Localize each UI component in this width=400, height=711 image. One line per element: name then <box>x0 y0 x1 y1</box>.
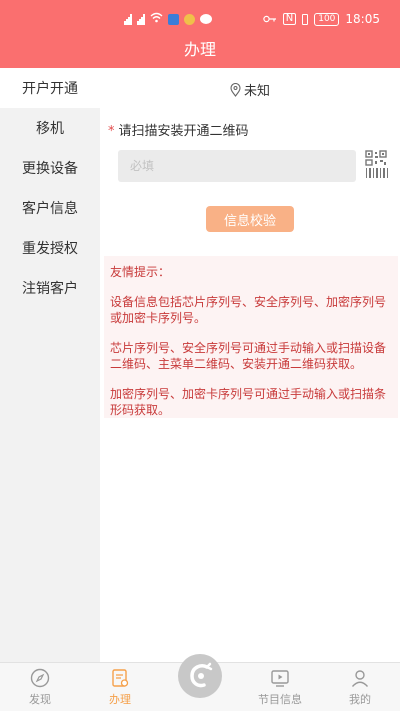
sidebar-item-resend-auth[interactable]: 重发授权 <box>0 228 100 268</box>
app-notification-icon <box>184 13 195 25</box>
verify-info-button[interactable]: 信息校验 <box>206 206 294 232</box>
location-indicator[interactable]: 未知 <box>230 80 270 99</box>
field-label-text: 请扫描安装开通二维码 <box>118 124 249 139</box>
center-logo-button[interactable] <box>178 654 222 698</box>
center-logo-icon <box>190 662 213 688</box>
location-pin-icon <box>230 82 241 97</box>
chat-notification-icon <box>200 14 212 24</box>
wifi-icon <box>150 12 163 26</box>
required-marker: * <box>108 124 115 139</box>
tab-discover[interactable]: 发现 <box>0 663 80 711</box>
status-icons <box>124 12 263 26</box>
sidebar: 开户开通 移机 更换设备 客户信息 重发授权 注销客户 <box>0 68 100 662</box>
tips-title: 友情提示： <box>110 265 171 279</box>
tab-label: 办理 <box>109 693 131 706</box>
profile-icon <box>351 670 369 687</box>
sidebar-item-label: 重发授权 <box>22 241 78 257</box>
discover-icon <box>30 668 50 688</box>
tip-paragraph: 芯片序列号、安全序列号可通过手动输入或扫描设备二维码、主菜单二维码、安装开通二维… <box>110 341 387 371</box>
status-time: 18:05 <box>345 12 380 26</box>
location-text: 未知 <box>243 84 270 99</box>
battery-indicator: 100 <box>314 12 340 26</box>
sidebar-item-relocate[interactable]: 移机 <box>0 108 100 148</box>
sidebar-item-replace-device[interactable]: 更换设备 <box>0 148 100 188</box>
app-notification-icon <box>168 13 179 25</box>
qr-code-input[interactable] <box>118 150 356 182</box>
sidebar-item-label: 更换设备 <box>22 161 78 177</box>
program-icon <box>271 670 289 687</box>
nfc-icon: N <box>282 13 297 25</box>
qr-barcode-icon <box>365 150 388 178</box>
tab-handle[interactable]: 办理 <box>80 663 160 711</box>
tab-label: 发现 <box>29 693 51 706</box>
tip-paragraph: 设备信息包括芯片序列号、安全序列号、加密序列号或加密卡序列号。 <box>110 295 387 325</box>
handle-icon <box>112 669 129 687</box>
key-icon <box>263 12 277 26</box>
tab-label: 我的 <box>349 693 371 706</box>
sidebar-item-label: 开户开通 <box>22 81 78 97</box>
top-bar: N 100 18:05 办理 <box>0 0 400 68</box>
scan-qr-button[interactable] <box>364 150 392 180</box>
tab-mine[interactable]: 我的 <box>320 663 400 711</box>
status-bar: N 100 18:05 <box>0 0 400 38</box>
page-title: 办理 <box>183 40 216 59</box>
main-content: 未知 *请扫描安装开通二维码 信息校验 友情提示： 设备信息包 <box>100 68 400 662</box>
vibrate-icon <box>302 13 309 25</box>
sidebar-item-customer-info[interactable]: 客户信息 <box>0 188 100 228</box>
sidebar-item-label: 移机 <box>36 121 64 137</box>
signal-icon <box>124 13 132 25</box>
signal-icon <box>137 13 145 25</box>
sidebar-item-label: 注销客户 <box>22 281 78 297</box>
qr-field-label: * 请扫描安装开通二维码 <box>108 120 249 139</box>
tab-label: 节目信息 <box>258 693 302 706</box>
tab-program-info[interactable]: 节目信息 <box>240 663 320 711</box>
tip-paragraph: 加密序列号、加密卡序列号可通过手动输入或扫描条形码获取。 <box>110 387 387 417</box>
sidebar-item-open-account[interactable]: 开户开通 <box>0 68 100 108</box>
sidebar-item-label: 客户信息 <box>22 201 78 217</box>
sidebar-item-cancel-customer[interactable]: 注销客户 <box>0 268 100 308</box>
tips-panel: 友情提示： 设备信息包括芯片序列号、安全序列号、加密序列号或加密卡序列号。 芯片… <box>104 256 398 418</box>
status-right: N 100 18:05 <box>263 12 380 26</box>
